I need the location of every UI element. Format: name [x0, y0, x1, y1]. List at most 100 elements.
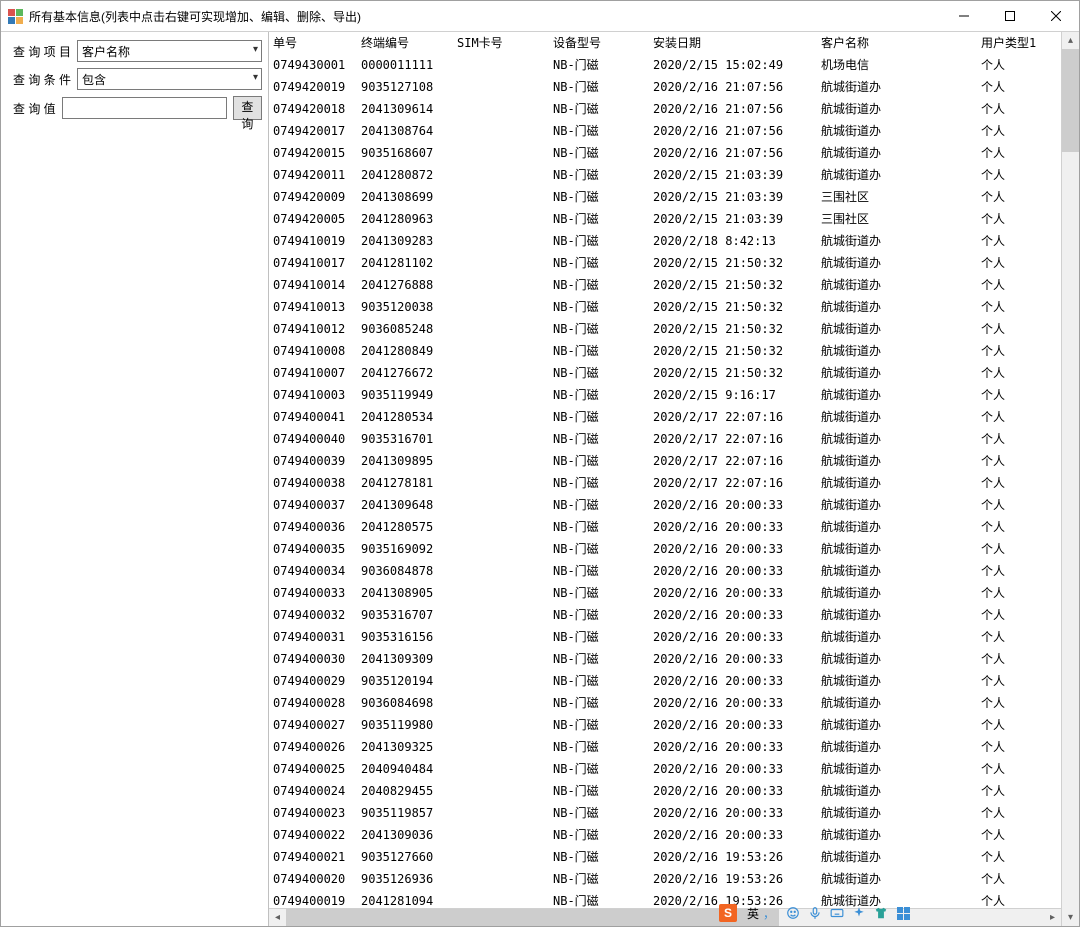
table-row[interactable]: 07494200112041280872NB-门磁2020/2/15 21:03… [269, 164, 1061, 186]
data-grid[interactable]: 单号 终端编号 SIM卡号 设备型号 安装日期 客户名称 用户类型1 07494… [269, 32, 1061, 908]
table-row[interactable]: 07494000289036084698NB-门磁2020/2/16 20:00… [269, 692, 1061, 714]
table-row[interactable]: 07494100072041276672NB-门磁2020/2/15 21:50… [269, 362, 1061, 384]
col-header[interactable]: 用户类型1 [977, 32, 1061, 54]
select-query-item[interactable] [77, 40, 262, 62]
table-row[interactable]: 07494000329035316707NB-门磁2020/2/16 20:00… [269, 604, 1061, 626]
col-header[interactable]: 客户名称 [817, 32, 977, 54]
microphone-icon[interactable] [807, 905, 823, 921]
cell: 9035168607 [357, 142, 453, 164]
cell: 个人 [977, 560, 1061, 582]
col-header[interactable]: SIM卡号 [453, 32, 549, 54]
cell: 2020/2/15 21:50:32 [649, 296, 817, 318]
table-row[interactable]: 07494100192041309283NB-门磁2020/2/18 8:42:… [269, 230, 1061, 252]
table-row[interactable]: 07494000209035126936NB-门磁2020/2/16 19:53… [269, 868, 1061, 890]
cell: 0749400041 [269, 406, 357, 428]
table-row[interactable]: 07494000239035119857NB-门磁2020/2/16 20:00… [269, 802, 1061, 824]
table-row[interactable]: 07494100139035120038NB-门磁2020/2/15 21:50… [269, 296, 1061, 318]
cell: 0749400039 [269, 450, 357, 472]
maximize-button[interactable] [987, 1, 1033, 31]
close-button[interactable] [1033, 1, 1079, 31]
hscroll-thumb[interactable] [286, 909, 779, 926]
vertical-scrollbar[interactable]: ▴ ▾ [1061, 32, 1079, 926]
table-row[interactable]: 07494200159035168607NB-门磁2020/2/16 21:07… [269, 142, 1061, 164]
cell: 个人 [977, 98, 1061, 120]
table-row[interactable]: 07494200182041309614NB-门磁2020/2/16 21:07… [269, 98, 1061, 120]
query-button[interactable]: 查询 [233, 96, 262, 120]
col-header[interactable]: 安装日期 [649, 32, 817, 54]
table-row[interactable]: 07494100129036085248NB-门磁2020/2/15 21:50… [269, 318, 1061, 340]
select-query-cond[interactable] [77, 68, 262, 90]
table-row[interactable]: 07494000332041308905NB-门磁2020/2/16 20:00… [269, 582, 1061, 604]
cell [453, 54, 549, 76]
cell: 9035120038 [357, 296, 453, 318]
hscroll-track[interactable] [286, 909, 1044, 926]
table-row[interactable]: 07494000359035169092NB-门磁2020/2/16 20:00… [269, 538, 1061, 560]
table-row[interactable]: 07494000222041309036NB-门磁2020/2/16 20:00… [269, 824, 1061, 846]
scroll-down-icon[interactable]: ▾ [1062, 909, 1079, 926]
cell [453, 274, 549, 296]
cell: 个人 [977, 54, 1061, 76]
skin-icon[interactable] [873, 905, 889, 921]
table-row[interactable]: 07494000242040829455NB-门磁2020/2/16 20:00… [269, 780, 1061, 802]
table-row[interactable]: 07494200199035127108NB-门磁2020/2/16 21:07… [269, 76, 1061, 98]
table-row[interactable]: 07494000252040940484NB-门磁2020/2/16 20:00… [269, 758, 1061, 780]
cell: NB-门磁 [549, 670, 649, 692]
vscroll-thumb[interactable] [1062, 49, 1079, 152]
col-header[interactable]: 设备型号 [549, 32, 649, 54]
cell: NB-门磁 [549, 230, 649, 252]
ime-lang-indicator[interactable]: 英 ， [743, 903, 779, 923]
cell: 0749420015 [269, 142, 357, 164]
table-row[interactable]: 07494000382041278181NB-门磁2020/2/17 22:07… [269, 472, 1061, 494]
col-header[interactable]: 终端编号 [357, 32, 453, 54]
col-header[interactable]: 单号 [269, 32, 357, 54]
table-row[interactable]: 07494000349036084878NB-门磁2020/2/16 20:00… [269, 560, 1061, 582]
cell: NB-门磁 [549, 582, 649, 604]
table-row[interactable]: 07494000412041280534NB-门磁2020/2/17 22:07… [269, 406, 1061, 428]
sparkle-icon[interactable] [851, 905, 867, 921]
table-row[interactable]: 07494100039035119949NB-门磁2020/2/15 9:16:… [269, 384, 1061, 406]
cell: 0749410007 [269, 362, 357, 384]
keyboard-icon[interactable] [829, 905, 845, 921]
table-row[interactable]: 07494100142041276888NB-门磁2020/2/15 21:50… [269, 274, 1061, 296]
table-row[interactable]: 07494100172041281102NB-门磁2020/2/15 21:50… [269, 252, 1061, 274]
cell: 2041309283 [357, 230, 453, 252]
horizontal-scrollbar[interactable]: ◂ ▸ [269, 908, 1061, 926]
table-row[interactable]: 07494000262041309325NB-门磁2020/2/16 20:00… [269, 736, 1061, 758]
minimize-button[interactable] [941, 1, 987, 31]
table-row[interactable]: 07494200052041280963NB-门磁2020/2/15 21:03… [269, 208, 1061, 230]
table-row[interactable]: 07494000279035119980NB-门磁2020/2/16 20:00… [269, 714, 1061, 736]
sogou-ime-icon[interactable]: S [719, 904, 737, 922]
table-row[interactable]: 07494100082041280849NB-门磁2020/2/15 21:50… [269, 340, 1061, 362]
scroll-left-icon[interactable]: ◂ [269, 909, 286, 926]
scroll-right-icon[interactable]: ▸ [1044, 909, 1061, 926]
table-row[interactable]: 07494000392041309895NB-门磁2020/2/17 22:07… [269, 450, 1061, 472]
table-row[interactable]: 07494000302041309309NB-门磁2020/2/16 20:00… [269, 648, 1061, 670]
cell: 个人 [977, 714, 1061, 736]
vscroll-track[interactable] [1062, 49, 1079, 909]
table-row[interactable]: 07494000409035316701NB-门磁2020/2/17 22:07… [269, 428, 1061, 450]
table-row[interactable]: 07494200092041308699NB-门磁2020/2/15 21:03… [269, 186, 1061, 208]
cell [453, 362, 549, 384]
cell: NB-门磁 [549, 450, 649, 472]
table-row[interactable]: 07494200172041308764NB-门磁2020/2/16 21:07… [269, 120, 1061, 142]
table-row[interactable]: 07494000192041281094NB-门磁2020/2/16 19:53… [269, 890, 1061, 908]
cell: 2020/2/17 22:07:16 [649, 472, 817, 494]
smiley-icon[interactable] [785, 905, 801, 921]
cell: 0749410014 [269, 274, 357, 296]
cell: 航城街道办 [817, 780, 977, 802]
scroll-up-icon[interactable]: ▴ [1062, 32, 1079, 49]
cell: 9035316701 [357, 428, 453, 450]
table-row[interactable]: 07494000372041309648NB-门磁2020/2/16 20:00… [269, 494, 1061, 516]
cell: 9036084698 [357, 692, 453, 714]
cell: 个人 [977, 648, 1061, 670]
table-row[interactable]: 07494300010000011111NB-门磁2020/2/15 15:02… [269, 54, 1061, 76]
cell: 2020/2/18 8:42:13 [649, 230, 817, 252]
cell: 个人 [977, 428, 1061, 450]
table-row[interactable]: 07494000219035127660NB-门磁2020/2/16 19:53… [269, 846, 1061, 868]
table-row[interactable]: 07494000319035316156NB-门磁2020/2/16 20:00… [269, 626, 1061, 648]
input-query-value[interactable] [62, 97, 227, 119]
cell [453, 406, 549, 428]
table-row[interactable]: 07494000299035120194NB-门磁2020/2/16 20:00… [269, 670, 1061, 692]
toolbox-icon[interactable] [895, 905, 911, 921]
table-row[interactable]: 07494000362041280575NB-门磁2020/2/16 20:00… [269, 516, 1061, 538]
